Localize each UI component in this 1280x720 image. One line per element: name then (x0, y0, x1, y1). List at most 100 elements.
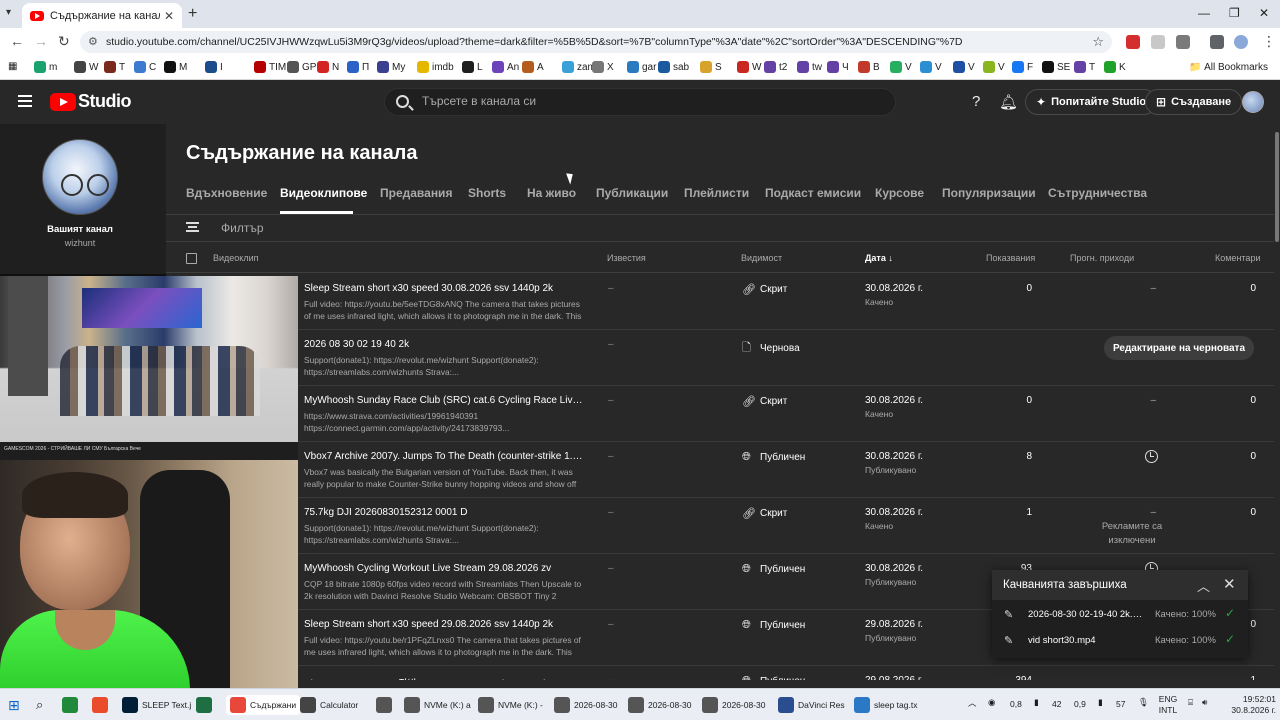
taskbar-app[interactable]: SLEEP Text.j (122, 695, 191, 715)
video-title[interactable]: Vbox7 Archive 2007y. Jumps To The Death … (304, 451, 586, 462)
restore-window-icon[interactable]: ❐ (1229, 6, 1240, 20)
bookmark-item[interactable]: An (492, 61, 519, 73)
taskbar-app[interactable] (62, 695, 82, 715)
column-revenue[interactable]: Прогн. приходи (1070, 253, 1134, 263)
filter-input[interactable] (221, 221, 521, 235)
video-row[interactable]: MyWhoosh Sunday Race Club (SRC) cat.6 Cy… (166, 386, 1274, 442)
visibility-cell[interactable]: 🌐︎ Публичен (742, 619, 805, 632)
tab-broadcasts[interactable]: Предавания (380, 186, 452, 200)
video-title[interactable]: Sleep Stream short x30 speed 29.08.2026 … (304, 619, 586, 630)
bookmark-item[interactable]: W (74, 61, 98, 73)
bookmark-item[interactable]: V (890, 61, 912, 73)
input-language[interactable]: ENG INTL (1150, 694, 1186, 716)
taskbar-app[interactable]: Calculator (300, 695, 358, 715)
cpu-meter-icon[interactable]: ▮ (1098, 697, 1103, 708)
youtube-logo-icon[interactable] (50, 93, 76, 111)
bookmark-item[interactable]: C (134, 61, 156, 73)
video-title[interactable]: Sleep Stream ASMR 잠방 29.08.2026 526 svi … (304, 675, 586, 680)
forward-icon[interactable]: → (34, 33, 48, 49)
taskbar-app[interactable]: 2026-08-30 (554, 695, 617, 715)
bookmark-item[interactable]: N (317, 61, 339, 73)
video-title[interactable]: Sleep Stream short x30 speed 30.08.2026 … (304, 283, 586, 294)
help-icon[interactable]: ? (972, 93, 980, 110)
channel-avatar[interactable] (42, 139, 118, 215)
video-row[interactable]: 2026 08 30 02 19 40 2k Support(donate1): … (166, 330, 1274, 386)
taskbar-app[interactable]: DaVinci Res (778, 695, 845, 715)
notifications-bell-icon[interactable]: 🔔︎ (999, 93, 1018, 111)
close-icon[interactable]: ✕ (1223, 575, 1236, 593)
bookmark-item[interactable]: I (205, 61, 223, 73)
bookmark-item[interactable]: S (700, 61, 722, 73)
search-icon[interactable] (396, 95, 409, 108)
video-title[interactable]: 75.7kg DJI 20260830152312 0001 D (304, 507, 586, 518)
filter-icon[interactable] (186, 222, 199, 232)
bookmark-item[interactable]: X (592, 61, 614, 73)
tab-collaborations[interactable]: Сътрудничества (1048, 186, 1147, 200)
taskbar-app[interactable]: sleep tag.tx (854, 695, 917, 715)
create-button[interactable]: ⊞ Създаване (1145, 89, 1243, 115)
visibility-cell[interactable]: 🔗︎ Скрит (742, 507, 787, 520)
apps-grid-icon[interactable]: ▦ (8, 61, 17, 72)
video-row[interactable]: 75.7kg DJI 20260830152312 0001 D Support(… (166, 498, 1274, 554)
page-scrollbar[interactable] (1274, 124, 1280, 688)
bookmark-item[interactable]: A (522, 61, 544, 73)
column-date[interactable]: Дата ↓ (865, 253, 893, 263)
tab-inspiration[interactable]: Вдъхновение (186, 186, 267, 200)
bookmark-item[interactable]: V (920, 61, 942, 73)
back-icon[interactable]: ← (10, 33, 24, 49)
bookmark-item[interactable]: imdb (417, 61, 454, 73)
tab-courses[interactable]: Курсове (875, 186, 924, 200)
select-all-checkbox[interactable] (186, 253, 197, 264)
start-windows-icon[interactable]: ⊞ (8, 695, 20, 715)
address-bar[interactable]: ⚙ studio.youtube.com/channel/UC25IVJHWWz… (80, 31, 1112, 53)
video-title[interactable]: 2026 08 30 02 19 40 2k (304, 339, 586, 350)
bookmark-item[interactable]: K (1104, 61, 1126, 73)
tab-shorts[interactable]: Shorts (468, 186, 506, 200)
upload-item[interactable]: ✎ vid short30.mp4 Качено: 100% ✓ (992, 628, 1248, 654)
video-title[interactable]: MyWhoosh Cycling Workout Live Stream 29.… (304, 563, 586, 574)
video-row[interactable]: Vbox7 Archive 2007y. Jumps To The Death … (166, 442, 1274, 498)
vpn-icon[interactable]: ◉ (988, 697, 995, 708)
close-window-icon[interactable]: ✕ (1259, 6, 1269, 20)
browser-tab-active[interactable]: Съдържание на канала - YouT ✕ (22, 3, 182, 28)
column-views[interactable]: Показвания (986, 253, 1035, 263)
all-bookmarks-folder[interactable]: 📁 All Bookmarks (1189, 62, 1268, 73)
browser-menu-icon[interactable]: ⋮ (1262, 33, 1276, 50)
tab-podcast-feeds[interactable]: Подкаст емисии (765, 186, 861, 200)
minimize-window-icon[interactable]: — (1198, 6, 1210, 20)
bookmark-item[interactable]: gar (627, 61, 656, 73)
taskbar-app[interactable]: 2026-08-30 (702, 695, 765, 715)
bookmark-item[interactable]: L (462, 61, 483, 73)
tab-search-icon[interactable]: ▾ (6, 7, 11, 18)
bookmark-item[interactable]: T (1074, 61, 1095, 73)
network-icon[interactable]: ⌸ (1188, 697, 1193, 708)
system-clock[interactable]: 19:52:01 30.8.2026 г. (1222, 694, 1276, 716)
taskbar-app[interactable] (376, 695, 396, 715)
bookmark-item[interactable]: My (377, 61, 405, 73)
bookmark-star-icon[interactable]: ☆ (1092, 34, 1104, 50)
taskbar-app[interactable]: NVMe (K:) - (478, 695, 543, 715)
bookmark-item[interactable]: Ч (827, 61, 849, 73)
visibility-cell[interactable]: 🌐︎ Публичен (742, 451, 805, 464)
volume-icon[interactable]: 🔊︎ (1202, 697, 1207, 708)
visibility-cell[interactable]: 🌐︎ Публичен (742, 675, 805, 680)
pencil-icon[interactable]: ✎ (1004, 608, 1013, 621)
upload-item[interactable]: ✎ 2026-08-30 02-19-40 2k.m... Качено: 10… (992, 602, 1248, 628)
reload-icon[interactable]: ↻ (58, 33, 70, 50)
profile-icon[interactable] (1234, 35, 1248, 49)
video-title[interactable]: MyWhoosh Sunday Race Club (SRC) cat.6 Cy… (304, 395, 586, 406)
gpu-meter-icon[interactable]: ▮ (1034, 697, 1039, 708)
reading-list-icon[interactable] (1210, 35, 1224, 49)
bookmark-item[interactable]: V (983, 61, 1005, 73)
visibility-cell[interactable]: 🌐︎ Публичен (742, 563, 805, 576)
edit-draft-button[interactable]: Редактиране на черновата (1103, 336, 1254, 360)
tab-promotions[interactable]: Популяризации (942, 186, 1036, 200)
bookmark-item[interactable]: zam (562, 61, 596, 73)
close-tab-icon[interactable]: ✕ (164, 9, 174, 23)
site-info-icon[interactable]: ⚙ (88, 35, 98, 48)
taskbar-app[interactable]: Съдържани (226, 695, 301, 715)
microphone-icon[interactable]: 🎙︎ (1138, 697, 1149, 708)
ask-studio-button[interactable]: ✦ Попитайте Studio (1025, 89, 1158, 115)
taskbar-app[interactable] (92, 695, 112, 715)
search-input[interactable] (422, 94, 862, 108)
